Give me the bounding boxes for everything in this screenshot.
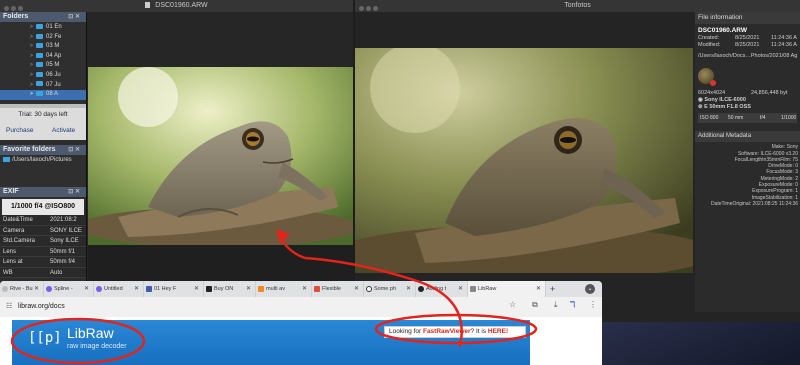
- annotation-overlay: [10, 229, 538, 365]
- annotation-arrow-curve: [279, 236, 463, 348]
- annotation-circle-banner: [374, 313, 538, 345]
- annotation-circle-logo: [10, 317, 146, 365]
